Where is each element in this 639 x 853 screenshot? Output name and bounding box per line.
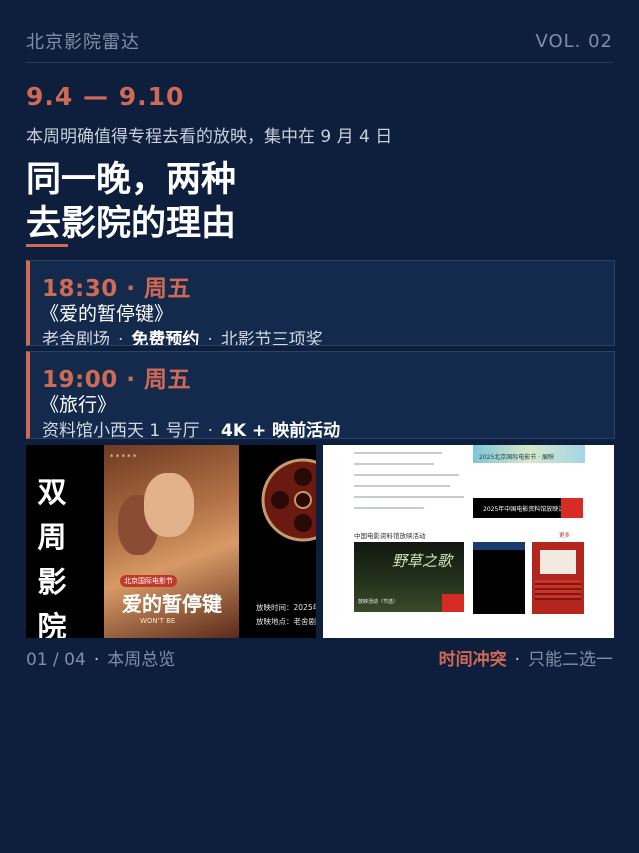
extra-note: 北影节三项奖 bbox=[220, 330, 323, 346]
poster-english-title: WON'T BE bbox=[140, 617, 176, 625]
page-label: 本周总览 bbox=[107, 649, 176, 670]
cinema-seats bbox=[535, 580, 581, 600]
screening-time: 18:30 · 周五 bbox=[42, 276, 191, 302]
poster-title: 爱的暂停键 bbox=[122, 592, 222, 616]
top-divider bbox=[26, 62, 613, 63]
section-title: 中国电影资料馆放映活动 bbox=[354, 532, 426, 540]
intro-subtitle: 本周明确值得专程去看的放映，集中在 9 月 4 日 bbox=[26, 127, 393, 147]
screening-card-1[interactable]: 18:30 · 周五 《爱的暂停键》 老舍剧场 · 免费预约 · 北影节三项奖 bbox=[26, 260, 615, 346]
more-link: 更多 bbox=[559, 533, 571, 539]
footer-right: 时间冲突 · 只能二选一 bbox=[438, 649, 613, 670]
side-char: 双 bbox=[37, 475, 67, 509]
text-line bbox=[354, 452, 442, 454]
headline: 同一晚，两种 去影院的理由 bbox=[26, 158, 236, 246]
cinema-hall-thumbnail bbox=[532, 542, 584, 614]
conflict-highlight: 时间冲突 bbox=[438, 649, 507, 670]
page-indicator: 01 / 04 bbox=[26, 649, 86, 670]
film-reel-icon bbox=[261, 458, 316, 542]
banner-text: 2025年中国电影资料馆放映活动 bbox=[483, 506, 571, 513]
accent-rule bbox=[26, 244, 68, 247]
poster-figure bbox=[144, 473, 194, 537]
screening-time: 19:00 · 周五 bbox=[42, 367, 191, 393]
screening-info: 资料馆小西天 1 号厅 · 4K + 映前活动 bbox=[42, 421, 341, 439]
venue: 资料馆小西天 1 号厅 bbox=[42, 421, 200, 439]
headline-line-2: 去影院的理由 bbox=[26, 203, 237, 244]
side-char: 影 bbox=[37, 565, 67, 599]
highlight: 免费预约 bbox=[131, 330, 200, 346]
brand-label: 北京影院雷达 bbox=[26, 32, 140, 53]
film-title: 《爱的暂停键》 bbox=[40, 303, 174, 325]
headline-line-1: 同一晚，两种 bbox=[26, 159, 237, 200]
poster-caption: 放映时间：2025年9月· 放映地点：老舍剧场 bbox=[256, 601, 316, 629]
top-thumbnail: 2025北京国际电影节 · 展映 bbox=[473, 445, 585, 463]
venue: 老舍剧场 bbox=[42, 330, 110, 346]
footer-left: 01 / 04 · 本周总览 bbox=[26, 649, 176, 670]
side-char: 周 bbox=[37, 520, 67, 554]
screening-card-2[interactable]: 19:00 · 周五 《旅行》 资料馆小西天 1 号厅 · 4K + 映前活动 bbox=[26, 351, 615, 439]
thumbnail-title: 野草之歌 bbox=[392, 552, 453, 570]
film-thumbnail bbox=[473, 542, 525, 614]
poster-photo: 双 周 影 院 * * * * * 北京国际电影节 爱的暂停键 WON'T BE… bbox=[26, 445, 316, 638]
text-line bbox=[354, 496, 464, 498]
highlight: 4K + 映前活动 bbox=[221, 421, 341, 439]
thumbnail-accent bbox=[442, 594, 464, 612]
text-line bbox=[354, 485, 450, 487]
poster-tags: * * * * * bbox=[110, 453, 137, 461]
text-line bbox=[354, 507, 424, 509]
text-line bbox=[354, 474, 459, 476]
caption-place: 放映地点：老舍剧场 bbox=[256, 617, 316, 626]
caption-time: 放映时间：2025年9月· bbox=[256, 603, 316, 612]
conflict-note: 只能二选一 bbox=[528, 649, 613, 670]
thumbnail-caption: 放映活动（节选） bbox=[358, 599, 399, 605]
cinema-screen bbox=[540, 550, 576, 574]
banner-accent bbox=[561, 498, 583, 518]
top-bar: 北京影院雷达 VOL. 02 bbox=[26, 28, 613, 54]
film-thumbnail: 野草之歌 放映活动（节选） bbox=[354, 542, 464, 612]
date-range: 9.4 — 9.10 bbox=[26, 82, 185, 111]
thumbnail-sky bbox=[473, 542, 525, 550]
film-title: 《旅行》 bbox=[40, 394, 117, 416]
text-line bbox=[354, 463, 434, 465]
footer: 01 / 04 · 本周总览 时间冲突 · 只能二选一 bbox=[26, 646, 613, 670]
poster-badge: 北京国际电影节 bbox=[120, 575, 177, 587]
screening-info: 老舍剧场 · 免费预约 · 北影节三项奖 bbox=[42, 325, 323, 346]
side-char: 院 bbox=[37, 610, 67, 638]
film-poster: * * * * * 北京国际电影节 爱的暂停键 WON'T BE bbox=[104, 445, 239, 638]
issue-number: VOL. 02 bbox=[535, 30, 613, 52]
side-vertical-text: 双 周 影 院 bbox=[26, 470, 78, 638]
thumbnail-text: 2025北京国际电影节 · 展映 bbox=[479, 454, 554, 461]
website-screenshot: 2025北京国际电影节 · 展映 2025年中国电影资料馆放映活动 中国电影资料… bbox=[323, 445, 614, 638]
